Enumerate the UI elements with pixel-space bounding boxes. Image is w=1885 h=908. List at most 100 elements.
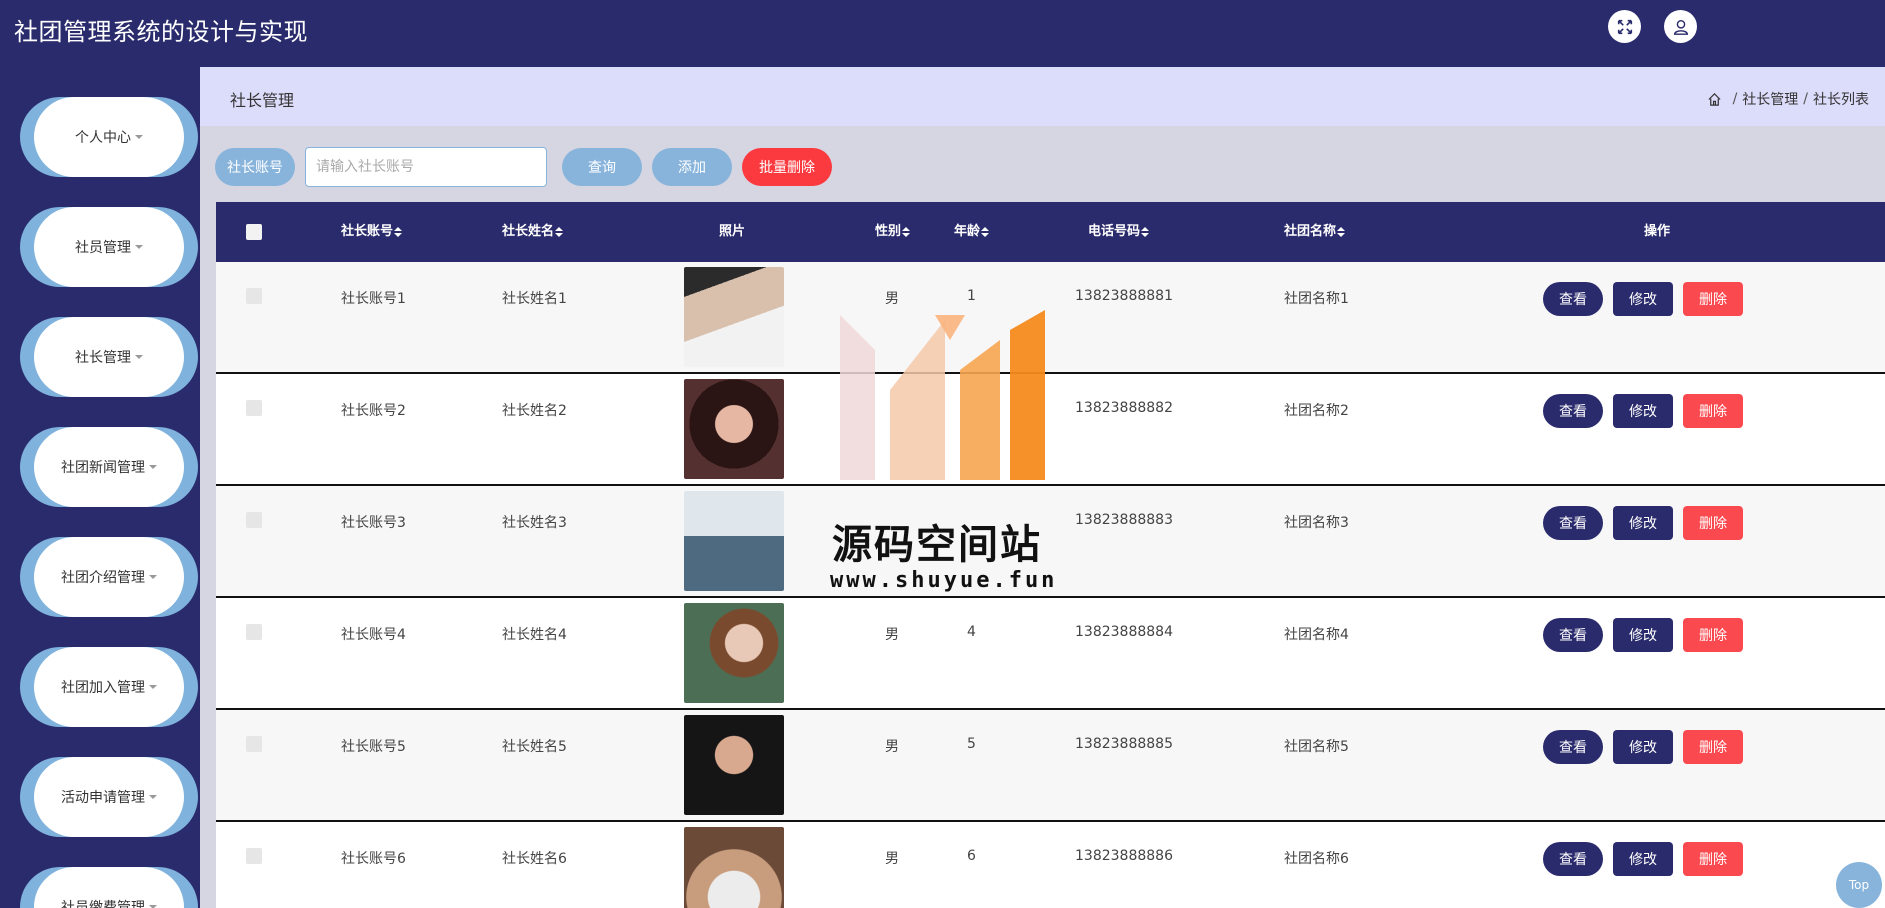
- back-to-top-button[interactable]: Top: [1836, 862, 1882, 908]
- menu-item-pill[interactable]: 社团介绍管理: [34, 537, 184, 617]
- row-checkbox[interactable]: [246, 288, 262, 304]
- sidebar-item-label: 个人中心: [75, 130, 131, 146]
- column-header-label: 社长姓名: [502, 224, 555, 239]
- sidebar-item-personal-center[interactable]: 个人中心: [20, 97, 198, 177]
- query-button[interactable]: 查询: [562, 148, 642, 186]
- search-label: 社长账号: [215, 148, 295, 186]
- sidebar-item-label: 社员管理: [75, 240, 131, 256]
- delete-button[interactable]: 删除: [1683, 618, 1743, 652]
- sort-icon[interactable]: [555, 226, 564, 237]
- column-header-phone[interactable]: 电话号码: [1088, 202, 1150, 262]
- delete-button[interactable]: 删除: [1683, 730, 1743, 764]
- row-checkbox[interactable]: [246, 736, 262, 752]
- column-header-label: 操作: [1644, 224, 1671, 239]
- menu-item-pill[interactable]: 社团加入管理: [34, 647, 184, 727]
- edit-button[interactable]: 修改: [1613, 618, 1673, 652]
- column-header-account[interactable]: 社长账号: [341, 202, 403, 262]
- sidebar-item-activity-application[interactable]: 活动申请管理: [20, 757, 198, 837]
- cell-club: 社团名称3: [1284, 515, 1349, 531]
- cell-gender: 男: [885, 739, 899, 755]
- menu-item-pill[interactable]: 社团新闻管理: [34, 427, 184, 507]
- delete-button[interactable]: 删除: [1683, 506, 1743, 540]
- menu-item-pill[interactable]: 社员管理: [34, 207, 184, 287]
- row-checkbox[interactable]: [246, 624, 262, 640]
- breadcrumb-item[interactable]: 社长管理: [1742, 89, 1798, 109]
- menu-item-pill[interactable]: 社员缴费管理: [34, 867, 184, 908]
- home-icon[interactable]: [1707, 92, 1722, 107]
- caret-down-icon: [149, 575, 157, 579]
- menu-item-pill[interactable]: 活动申请管理: [34, 757, 184, 837]
- batch-delete-button[interactable]: 批量删除: [742, 148, 832, 186]
- cell-name: 社长姓名2: [502, 403, 567, 419]
- cell-phone: 13823888885: [1075, 736, 1173, 752]
- sort-icon[interactable]: [1141, 226, 1150, 237]
- column-header-gender[interactable]: 性别: [875, 202, 911, 262]
- column-header-club[interactable]: 社团名称: [1284, 202, 1346, 262]
- table-header: 社长账号 社长姓名 照片 性别 年龄 电话号码 社团名称 操作: [216, 202, 1885, 262]
- sidebar-item-club-intro[interactable]: 社团介绍管理: [20, 537, 198, 617]
- edit-button[interactable]: 修改: [1613, 842, 1673, 876]
- sidebar-item-label: 社团新闻管理: [61, 460, 145, 476]
- table-row: 社长账号5 社长姓名5 男 5 13823888885 社团名称5 查看 修改 …: [216, 710, 1885, 822]
- cell-phone: 13823888881: [1075, 288, 1173, 304]
- menu-item-pill[interactable]: 社长管理: [34, 317, 184, 397]
- sort-icon[interactable]: [902, 226, 911, 237]
- sidebar-item-president-management[interactable]: 社长管理: [20, 317, 198, 397]
- view-button[interactable]: 查看: [1543, 842, 1603, 876]
- cell-club: 社团名称5: [1284, 739, 1349, 755]
- row-checkbox[interactable]: [246, 848, 262, 864]
- cell-name: 社长姓名1: [502, 291, 567, 307]
- search-input[interactable]: [305, 147, 547, 187]
- page-title: 社长管理: [230, 91, 295, 110]
- cell-name: 社长姓名4: [502, 627, 567, 643]
- row-checkbox[interactable]: [246, 400, 262, 416]
- cell-phone: 13823888882: [1075, 400, 1173, 416]
- top-header: 社团管理系统的设计与实现: [0, 0, 1885, 67]
- row-checkbox[interactable]: [246, 512, 262, 528]
- sort-icon[interactable]: [981, 226, 990, 237]
- cell-phone: 13823888884: [1075, 624, 1173, 640]
- add-button[interactable]: 添加: [652, 148, 732, 186]
- watermark-url: www.shuyue.fun: [830, 568, 1058, 593]
- sort-icon[interactable]: [1337, 226, 1346, 237]
- breadcrumb-bar: 社长管理 / 社长管理 / 社长列表: [200, 67, 1885, 126]
- column-header-name[interactable]: 社长姓名: [502, 202, 564, 262]
- breadcrumb-separator: /: [1732, 91, 1738, 107]
- column-header-label: 社团名称: [1284, 224, 1337, 239]
- view-button[interactable]: 查看: [1543, 506, 1603, 540]
- fullscreen-button[interactable]: [1608, 10, 1641, 43]
- sidebar-item-label: 社员缴费管理: [61, 900, 145, 908]
- user-menu-button[interactable]: [1664, 10, 1697, 43]
- edit-button[interactable]: 修改: [1613, 282, 1673, 316]
- sidebar-item-club-news[interactable]: 社团新闻管理: [20, 427, 198, 507]
- menu-item-pill[interactable]: 个人中心: [34, 97, 184, 177]
- sidebar-item-club-join[interactable]: 社团加入管理: [20, 647, 198, 727]
- cell-gender: 男: [885, 627, 899, 643]
- caret-down-icon: [135, 245, 143, 249]
- column-header-actions: 操作: [1644, 202, 1670, 262]
- edit-button[interactable]: 修改: [1613, 394, 1673, 428]
- view-button[interactable]: 查看: [1543, 618, 1603, 652]
- select-all-checkbox[interactable]: [246, 224, 262, 240]
- sidebar-item-member-fees[interactable]: 社员缴费管理: [20, 867, 198, 908]
- president-photo: [684, 491, 784, 591]
- sidebar-item-label: 社长管理: [75, 350, 131, 366]
- cell-club: 社团名称6: [1284, 851, 1349, 867]
- sidebar: 个人中心 社员管理 社长管理 社团新闻管理 社团介绍管理 社团加入管理 活动申请…: [0, 67, 200, 908]
- delete-button[interactable]: 删除: [1683, 842, 1743, 876]
- breadcrumb-separator: /: [1803, 91, 1808, 107]
- cell-name: 社长姓名5: [502, 739, 567, 755]
- edit-button[interactable]: 修改: [1613, 506, 1673, 540]
- delete-button[interactable]: 删除: [1683, 394, 1743, 428]
- view-button[interactable]: 查看: [1543, 730, 1603, 764]
- edit-button[interactable]: 修改: [1613, 730, 1673, 764]
- search-bar: 社长账号 查询 添加 批量删除: [215, 147, 1115, 187]
- caret-down-icon: [149, 795, 157, 799]
- caret-down-icon: [135, 355, 143, 359]
- view-button[interactable]: 查看: [1543, 282, 1603, 316]
- delete-button[interactable]: 删除: [1683, 282, 1743, 316]
- sidebar-item-member-management[interactable]: 社员管理: [20, 207, 198, 287]
- column-header-age[interactable]: 年龄: [954, 202, 990, 262]
- view-button[interactable]: 查看: [1543, 394, 1603, 428]
- sort-icon[interactable]: [394, 226, 403, 237]
